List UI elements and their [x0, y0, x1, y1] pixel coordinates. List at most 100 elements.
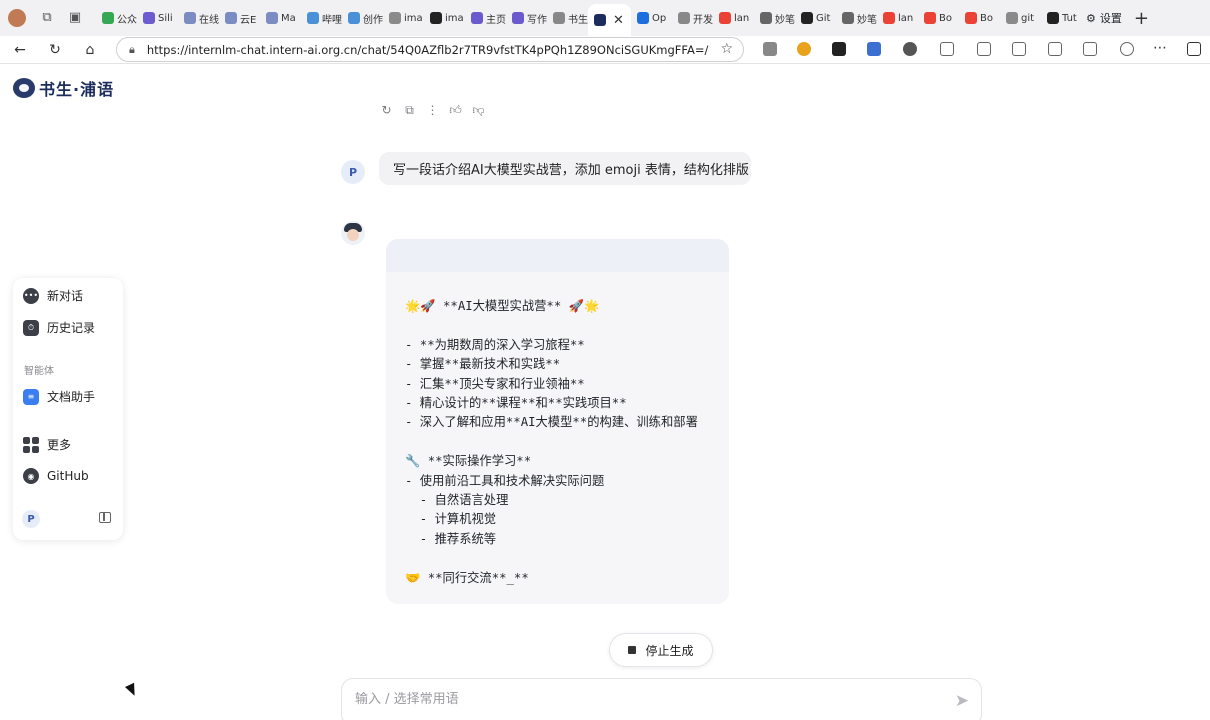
tab-settings[interactable]: ⚙ 设置	[1086, 10, 1122, 26]
sidebar-item-label: GitHub	[47, 469, 89, 483]
url-text[interactable]: https://internlm-chat.intern-ai.org.cn/c…	[147, 43, 708, 57]
browser-toolbar: ← ↻ ⌂ 🔒︎ https://internlm-chat.intern-ai…	[0, 36, 1210, 64]
sidebar-item-github[interactable]: ◉ GitHub	[23, 468, 89, 484]
thumbs-down-icon[interactable]: 👎︎	[472, 103, 485, 118]
sidebar-item-doc-assistant[interactable]: ≡ 文档助手	[23, 388, 95, 405]
favorite-star-icon[interactable]: ☆	[720, 41, 733, 57]
sidebar-item-label: 更多	[47, 438, 72, 452]
tab-label: 开发	[693, 14, 713, 26]
collapse-sidebar-icon[interactable]	[99, 512, 111, 523]
browser-tab[interactable]: Sili	[137, 4, 178, 32]
regenerate-icon[interactable]: ↻	[380, 103, 393, 118]
profile-avatar[interactable]	[8, 9, 26, 27]
workspaces-icon[interactable]: ⧉	[40, 11, 54, 25]
tab-label: 妙笔	[775, 14, 795, 26]
favorites-icon[interactable]	[977, 42, 991, 56]
more-options-icon[interactable]: ⋯	[1153, 40, 1167, 56]
refresh-icon[interactable]: ↻	[48, 42, 62, 58]
new-tab-button[interactable]: +	[1134, 8, 1149, 29]
collections-icon[interactable]	[1012, 42, 1026, 56]
sidebar-item-more[interactable]: 更多	[23, 436, 71, 453]
more-icon[interactable]: ⋮	[426, 103, 439, 118]
sidebar-user-avatar[interactable]: P	[22, 510, 40, 528]
browser-tab[interactable]: Bo	[918, 4, 959, 32]
chat-input[interactable]	[355, 692, 915, 707]
tab-favicon-icon	[719, 12, 731, 24]
gear-icon: ⚙	[1086, 11, 1096, 25]
history-icon: ⏱	[23, 319, 39, 336]
extension-icon[interactable]	[763, 42, 777, 56]
browser-tab[interactable]: git	[1000, 4, 1041, 32]
sidebar-item-new-chat[interactable]: ••• 新对话	[23, 287, 83, 304]
browser-tab[interactable]: 公众	[96, 4, 137, 32]
browser-tab[interactable]: 云E	[219, 4, 260, 32]
app-logo[interactable]: 书生·浦语	[13, 76, 114, 100]
extension-icon[interactable]	[797, 42, 811, 56]
browser-tab[interactable]: Ma	[260, 4, 301, 32]
tab-favicon-icon	[965, 12, 977, 24]
back-arrow-icon[interactable]: ←	[13, 42, 27, 58]
browser-tab[interactable]: 妙笔	[754, 4, 795, 32]
sidebar-toggle-icon[interactable]	[1187, 42, 1201, 56]
extension-icon[interactable]	[867, 42, 881, 56]
tab-favicon-icon	[883, 12, 895, 24]
tab-favicon-icon	[266, 12, 278, 24]
tab-label: Tut	[1062, 12, 1077, 24]
browser-tab[interactable]: ima	[424, 4, 465, 32]
tab-label: 书生	[568, 14, 588, 26]
browser-tab[interactable]: Bo	[959, 4, 1000, 32]
tab-favicon-icon	[512, 12, 524, 24]
user-message: 写一段话介绍AI大模型实战营，添加 emoji 表情，结构化排版	[379, 152, 751, 185]
tab-close-icon[interactable]: ✕	[613, 13, 624, 28]
extensions-puzzle-icon[interactable]	[903, 42, 917, 56]
thumbs-up-icon[interactable]: 👍︎	[449, 103, 462, 118]
tab-label: lan	[734, 12, 750, 24]
browser-tab[interactable]: Op	[631, 4, 672, 32]
browser-tab[interactable]: 主页	[465, 4, 506, 32]
stop-generation-button[interactable]: 停止生成	[609, 633, 713, 667]
browser-tab[interactable]: ima	[383, 4, 424, 32]
tab-label: 主页	[486, 14, 506, 26]
browser-tab[interactable]: 开发	[672, 4, 713, 32]
screenshot-icon[interactable]	[1083, 42, 1097, 56]
browser-tab[interactable]: 创作	[342, 4, 383, 32]
split-screen-icon[interactable]	[940, 42, 954, 56]
tab-label: 云E	[240, 14, 257, 26]
user-avatar: P	[341, 160, 365, 184]
copy-icon[interactable]: ⧉	[403, 103, 416, 118]
send-icon[interactable]: ➤	[955, 691, 969, 711]
tab-favicon-icon	[471, 12, 483, 24]
tab-label: ima	[404, 12, 423, 24]
sidebar-item-label: 历史记录	[47, 321, 96, 335]
browser-tab[interactable]: Tut	[1041, 4, 1082, 32]
grid-icon	[23, 436, 39, 453]
home-icon[interactable]: ⌂	[83, 42, 97, 58]
tab-label: Bo	[980, 12, 993, 24]
tab-active[interactable]: ✕	[588, 4, 631, 36]
browser-tab[interactable]: 在线	[178, 4, 219, 32]
browser-essentials-icon[interactable]	[1048, 42, 1062, 56]
browser-tab[interactable]: Git	[795, 4, 836, 32]
chat-input-box[interactable]: ➤	[341, 678, 982, 720]
tab-favicon-icon	[1047, 12, 1059, 24]
browser-tab[interactable]: 妙笔	[836, 4, 877, 32]
performance-icon[interactable]	[1120, 42, 1134, 56]
browser-tab[interactable]: 书生	[547, 4, 588, 32]
sidebar-panel: ••• 新对话 ⏱ 历史记录 智能体 ≡ 文档助手 更多 ◉ GitHub P	[13, 278, 123, 540]
address-bar[interactable]: 🔒︎ https://internlm-chat.intern-ai.org.c…	[116, 37, 744, 62]
browser-tab[interactable]: 哔哩	[301, 4, 342, 32]
tab-favicon-icon	[801, 12, 813, 24]
logo-text: 书生·浦语	[39, 80, 115, 99]
browser-tab[interactable]: lan	[877, 4, 918, 32]
tab-label: Ma	[281, 12, 296, 24]
vertical-tabs-icon[interactable]: ▣	[68, 11, 82, 25]
sidebar-item-history[interactable]: ⏱ 历史记录	[23, 319, 95, 336]
lock-icon[interactable]: 🔒︎	[129, 43, 135, 57]
tab-label: lan	[898, 12, 914, 24]
assistant-message-text: 🌟🚀 **AI大模型实战营** 🚀🌟 - **为期数周的深入学习旅程** - 掌…	[405, 299, 698, 585]
browser-tab[interactable]: lan	[713, 4, 754, 32]
message-actions: ↻ ⧉ ⋮ 👍︎ 👎︎	[380, 103, 485, 118]
browser-tab[interactable]: 写作	[506, 4, 547, 32]
tab-label: Sili	[158, 12, 173, 24]
extension-icon[interactable]	[832, 42, 846, 56]
